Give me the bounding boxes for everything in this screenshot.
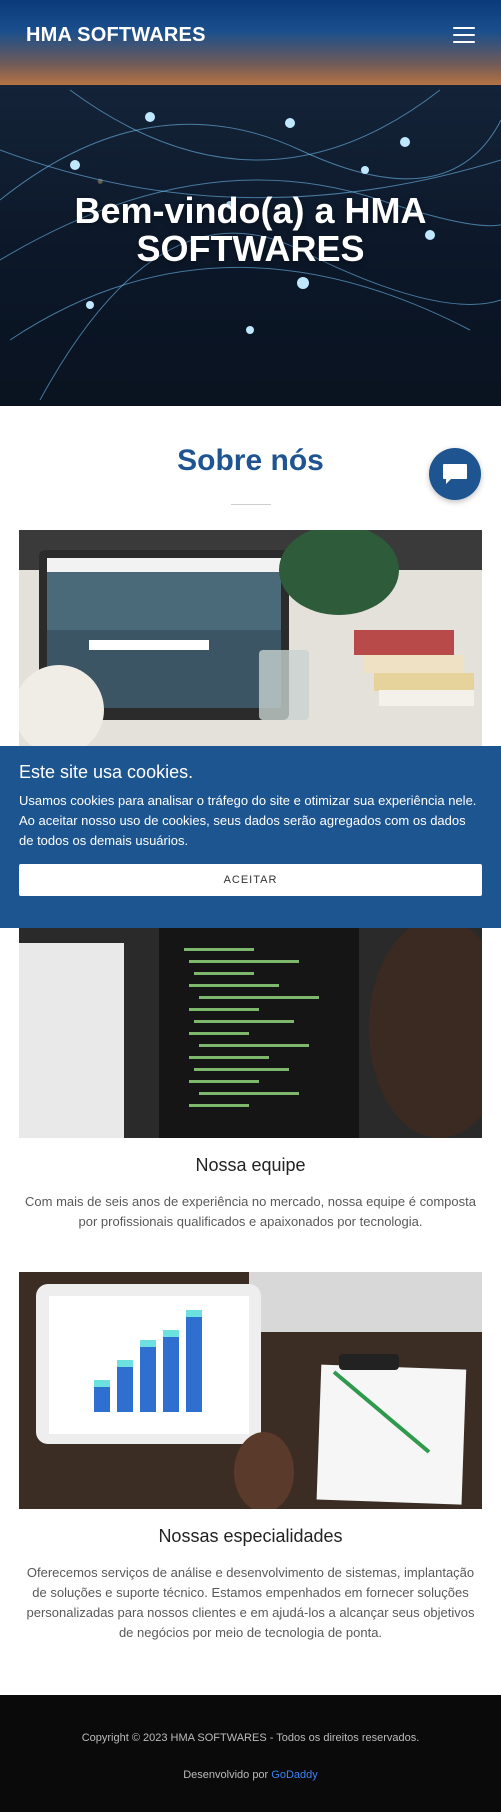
section-divider <box>230 504 271 505</box>
top-navigation: HMA SOFTWARES <box>0 0 501 70</box>
hero-banner: HMA SOFTWARES Bem-vindo(a) a HMA SOFTWAR… <box>0 0 501 406</box>
card-title-specialties: Nossas especialidades <box>158 1526 343 1546</box>
footer: Copyright © 2023 HMA SOFTWARES - Todos o… <box>0 1695 501 1812</box>
accept-cookies-button[interactable]: ACEITAR <box>19 864 482 896</box>
site-logo[interactable]: HMA SOFTWARES <box>26 24 206 47</box>
cookie-text: Usamos cookies para analisar o tráfego d… <box>19 793 477 848</box>
section-title: Sobre nós <box>177 444 324 477</box>
chat-bubble-icon <box>443 464 467 484</box>
footer-developed-by: Desenvolvido por GoDaddy <box>0 1769 501 1781</box>
hero-title: Bem-vindo(a) a HMA SOFTWARES <box>0 192 501 268</box>
card-image-team <box>19 928 482 1138</box>
hero-title-line-2: SOFTWARES <box>136 228 365 269</box>
card-title-team: Nossa equipe <box>195 1155 306 1175</box>
chat-button[interactable] <box>429 448 481 500</box>
card-image-specialties <box>19 1272 482 1509</box>
cookie-banner: Este site usa cookies. Usamos cookies pa… <box>0 746 501 928</box>
card-image-laptop <box>19 530 482 746</box>
card-text-team: Com mais de seis anos de experiência no … <box>25 1194 476 1229</box>
footer-copyright: Copyright © 2023 HMA SOFTWARES - Todos o… <box>81 1732 420 1744</box>
developed-by-label: Desenvolvido por <box>183 1769 269 1781</box>
cookie-title: Este site usa cookies. <box>19 762 194 782</box>
card-text-specialties: Oferecemos serviços de análise e desenvo… <box>26 1565 475 1640</box>
godaddy-link[interactable]: GoDaddy <box>271 1769 317 1781</box>
hero-title-line-1: Bem-vindo(a) a HMA <box>74 190 427 231</box>
hamburger-icon[interactable] <box>453 27 475 43</box>
